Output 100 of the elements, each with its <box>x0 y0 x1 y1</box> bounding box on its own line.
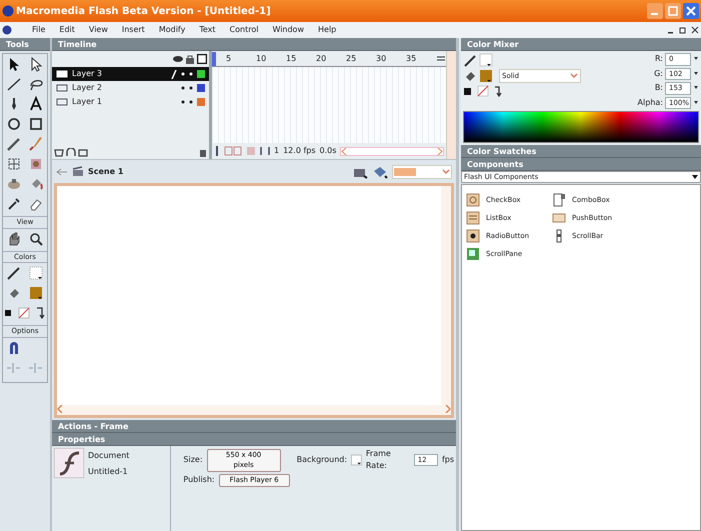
flash-app-icon <box>2 5 14 17</box>
panel-header[interactable]: Color Swatches <box>461 145 701 158</box>
frame-number: 20 <box>316 52 328 64</box>
dot-icon <box>189 72 193 76</box>
close-icon[interactable] <box>691 26 699 34</box>
playhead-marker[interactable] <box>212 52 216 66</box>
outline-icon <box>197 54 207 64</box>
checkbox-icon <box>466 193 480 207</box>
window-title: Macromedia Flash Beta Version - [Untitled-1] <box>16 4 271 18</box>
layer-row[interactable]: Layer 1 <box>52 95 209 109</box>
menu-item[interactable]: Control <box>230 24 258 36</box>
vertical-scrollbar[interactable] <box>441 186 451 405</box>
oval-tool-icon[interactable] <box>6 116 22 132</box>
modify-markers-icon[interactable] <box>260 146 270 156</box>
transform-tool-icon[interactable] <box>6 156 22 172</box>
menu-item[interactable]: Help <box>318 24 336 36</box>
pencil-tool-icon[interactable] <box>6 136 22 152</box>
panel-header[interactable]: Actions - Frame <box>52 420 456 433</box>
caret-icon <box>570 73 578 79</box>
no-color-icon[interactable] <box>477 85 489 97</box>
fill-color-swatch-icon[interactable] <box>479 69 493 83</box>
eyedropper-tool-icon[interactable] <box>6 196 22 212</box>
menu-item[interactable]: File <box>32 24 46 36</box>
timeline-menu-icon[interactable] <box>436 54 446 62</box>
frame-rate-readout: 12.0 fps <box>283 145 316 157</box>
insert-layer-icon[interactable] <box>54 148 64 157</box>
menu-item[interactable]: Text <box>199 24 216 36</box>
stepper-icon[interactable] <box>693 100 699 106</box>
pencil-icon <box>171 70 177 78</box>
menu-item[interactable]: Window <box>272 24 304 36</box>
layer-name: Layer 2 <box>72 82 102 94</box>
ink-bottle-tool-icon[interactable] <box>6 176 22 192</box>
layer-name: Layer 1 <box>72 96 102 108</box>
frame-number: 15 <box>286 52 298 64</box>
stroke-pencil-icon[interactable] <box>463 53 477 67</box>
combobox-icon <box>552 193 566 207</box>
lock-icon <box>185 54 195 64</box>
flash-document-icon <box>54 448 84 478</box>
scrollpane-icon <box>466 247 480 261</box>
layer-icon <box>56 69 68 79</box>
insert-folder-icon[interactable] <box>78 148 88 157</box>
menu-item[interactable]: View <box>88 24 108 36</box>
brush-tool-icon[interactable] <box>28 136 44 152</box>
frame-number: 10 <box>256 52 268 64</box>
stroke-color-swatch-icon[interactable] <box>28 265 44 281</box>
dot-icon <box>181 86 185 90</box>
stepper-icon[interactable] <box>693 56 699 62</box>
field-label: Alpha: <box>638 96 663 109</box>
document-type-label: Document <box>88 450 130 462</box>
caret-icon <box>442 168 450 174</box>
stroke-color-swatch-icon[interactable] <box>479 53 493 67</box>
scene-name[interactable]: Scene 1 <box>88 166 124 178</box>
add-guide-layer-icon[interactable] <box>66 148 76 157</box>
color-spectrum[interactable] <box>463 111 699 143</box>
background-color-swatch[interactable] <box>351 454 362 466</box>
zoom-tool-icon[interactable] <box>28 230 44 246</box>
listbox-icon <box>466 211 480 225</box>
current-frame: 1 <box>274 145 280 157</box>
fill-transform-tool-icon[interactable] <box>28 156 44 172</box>
stepper-icon[interactable] <box>693 70 699 77</box>
layer-icon <box>56 83 68 93</box>
field-label: B: <box>654 82 663 94</box>
scroll-right-icon[interactable] <box>437 148 443 154</box>
frame-number: 35 <box>406 52 418 64</box>
layer-row[interactable]: Layer 2 <box>52 81 209 95</box>
stroke-pencil-icon[interactable] <box>6 265 22 281</box>
radiobutton-icon <box>466 229 480 243</box>
panel-header[interactable]: Tools <box>0 38 50 51</box>
field-label: Publish: <box>183 474 215 486</box>
scroll-left-icon[interactable] <box>341 148 348 154</box>
panel-header[interactable]: Timeline <box>52 38 456 51</box>
document-icon <box>2 25 12 35</box>
fill-color-swatch-icon[interactable] <box>28 285 44 301</box>
text-tool-icon[interactable] <box>28 96 44 112</box>
menu-item[interactable]: Insert <box>122 24 145 36</box>
frame-number: 30 <box>376 52 388 64</box>
rectangle-tool-icon[interactable] <box>28 116 44 132</box>
vertical-scrollbar[interactable] <box>446 51 456 159</box>
scene-icon <box>72 166 84 177</box>
layer-row[interactable]: Layer 3 <box>52 67 209 81</box>
pushbutton-icon <box>552 211 566 225</box>
no-color-icon[interactable] <box>18 305 30 321</box>
panel-header[interactable]: Properties <box>52 433 456 446</box>
restore-icon[interactable] <box>679 26 687 34</box>
stepper-icon[interactable] <box>693 85 699 92</box>
document-name: Untitled-1 <box>88 466 129 478</box>
menu-item[interactable]: Edit <box>59 24 75 36</box>
field-label: Background: <box>296 454 348 466</box>
caret-icon <box>692 175 698 179</box>
center-frame-icon[interactable] <box>214 146 220 156</box>
horizontal-scrollbar[interactable] <box>340 146 444 156</box>
field-label: R: <box>654 53 663 66</box>
panel-header[interactable]: Components <box>461 158 701 171</box>
line-tool-icon[interactable] <box>6 76 22 92</box>
layer-icon <box>56 97 68 107</box>
trash-icon[interactable] <box>199 148 207 157</box>
menu-item[interactable]: Modify <box>158 24 186 36</box>
edit-symbols-icon[interactable] <box>372 164 388 178</box>
layer-name: Layer 3 <box>72 68 102 80</box>
panel-header[interactable]: Color Mixer <box>461 38 701 51</box>
